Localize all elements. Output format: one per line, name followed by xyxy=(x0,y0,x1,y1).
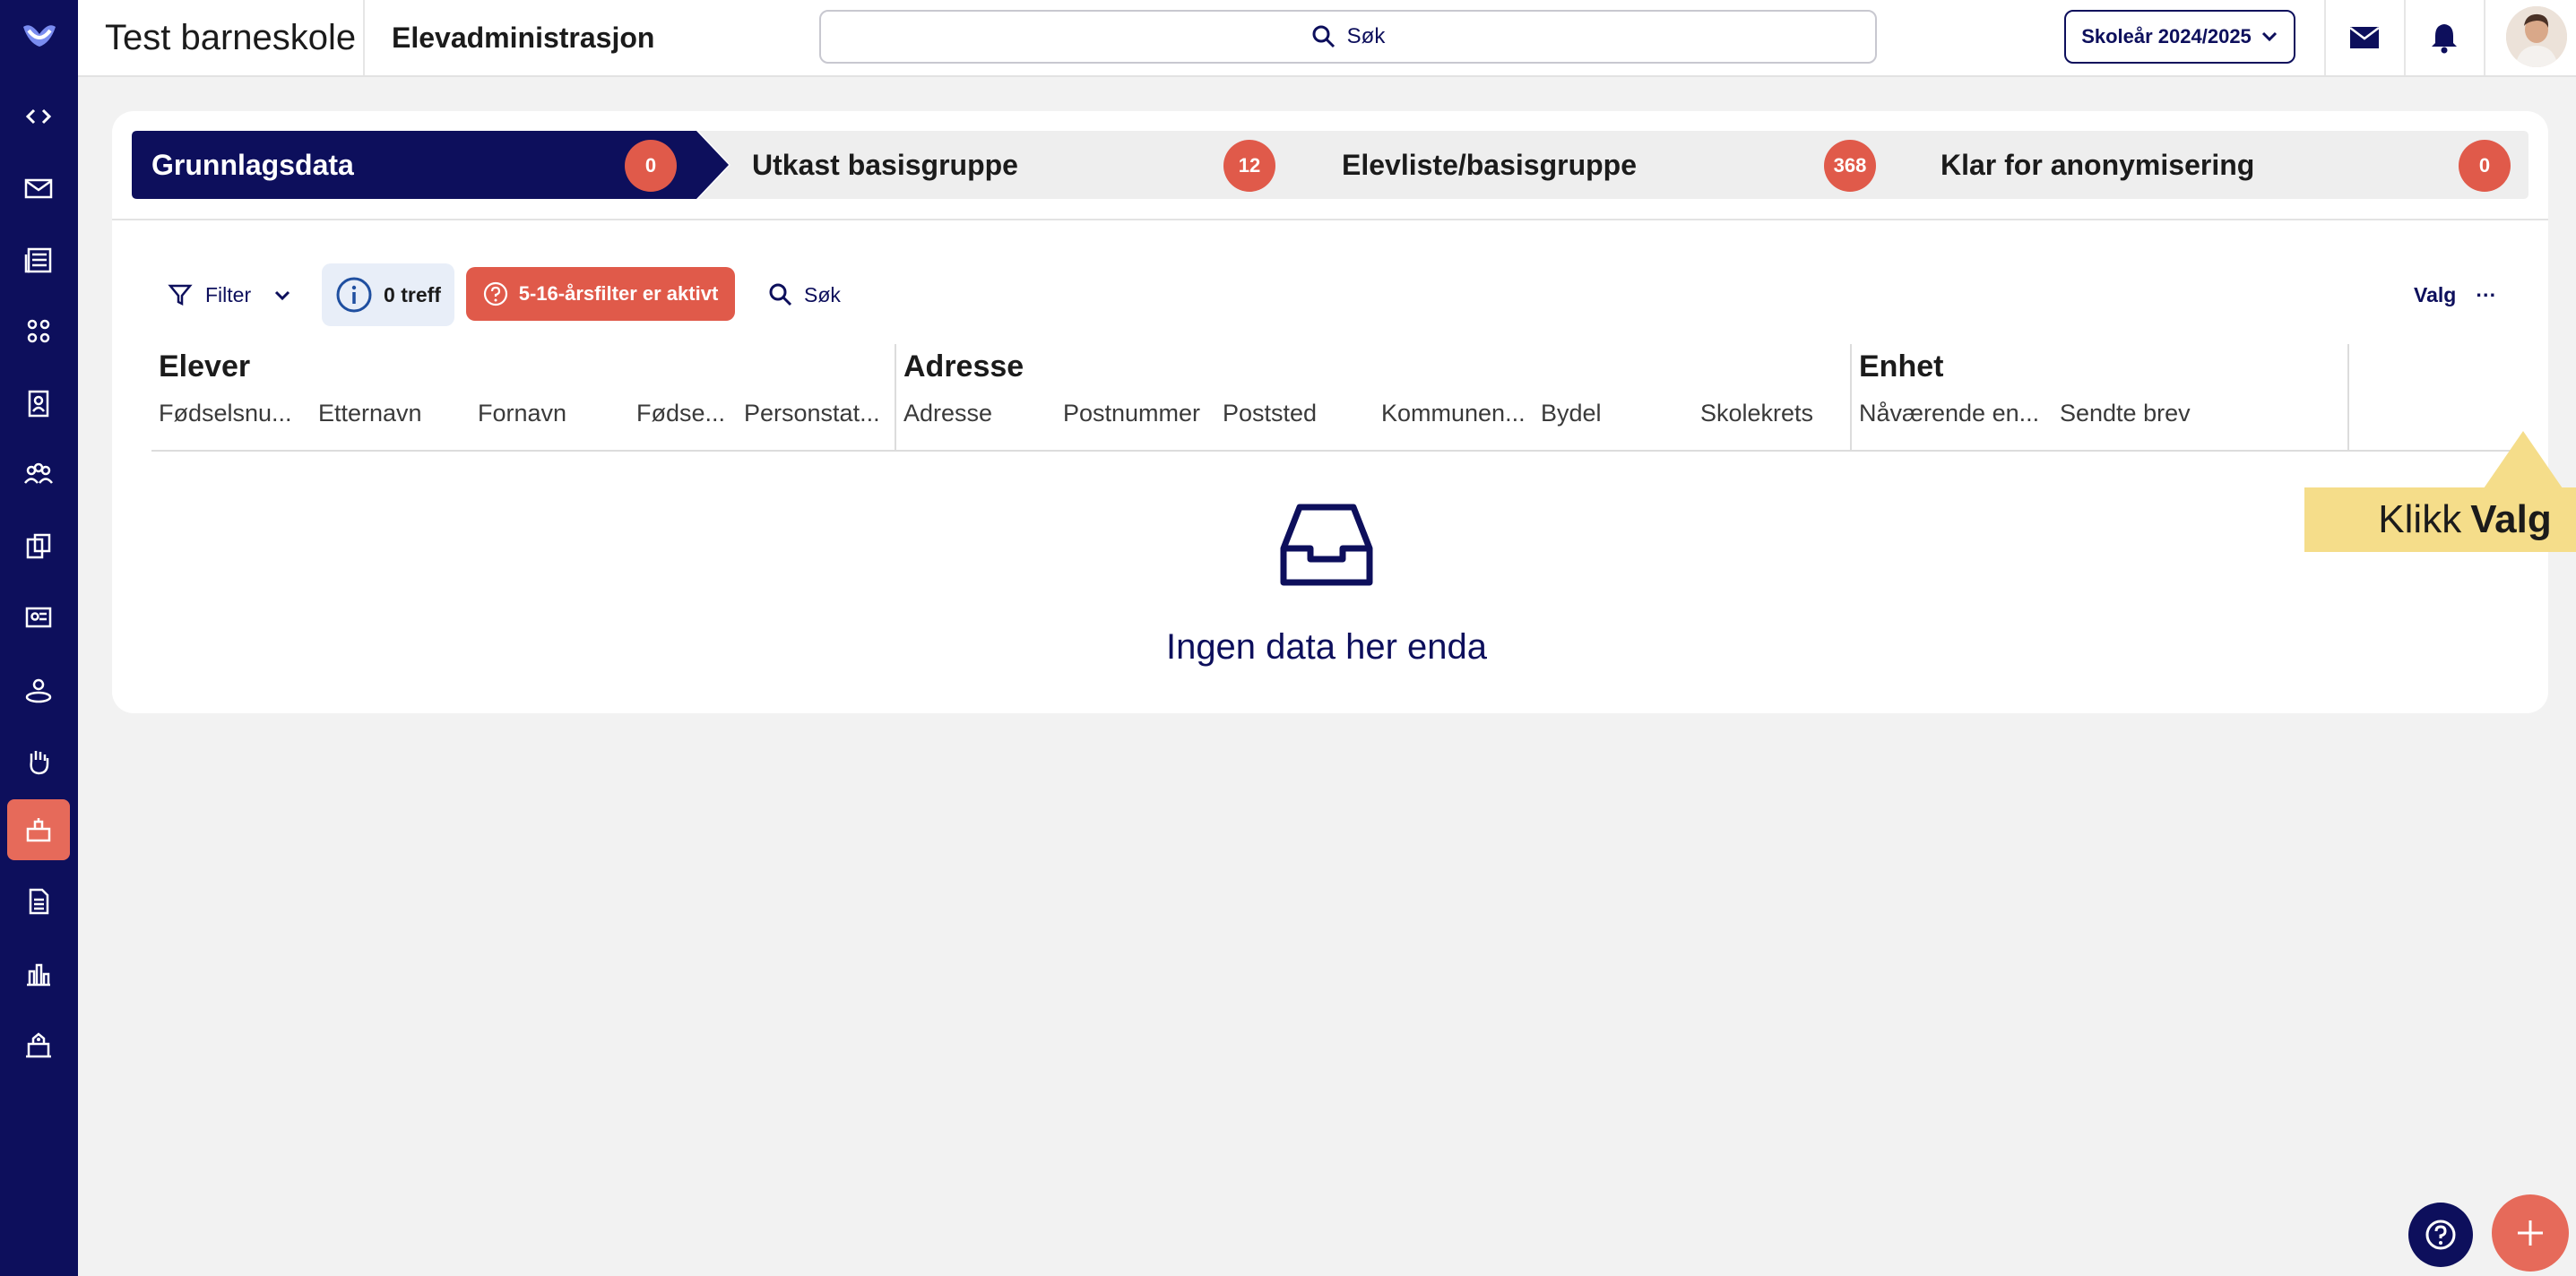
filter-button[interactable]: Filter xyxy=(168,263,292,326)
hand-icon[interactable] xyxy=(7,731,70,792)
step-klar-for-anonymisering[interactable]: Klar for anonymisering 0 xyxy=(1896,131,2528,199)
news-icon[interactable] xyxy=(7,229,70,290)
step-count-badge: 368 xyxy=(1824,140,1876,192)
table-toolbar: Filter 0 treff 5-16-årsfilter er aktivt … xyxy=(112,263,2548,326)
guide-tooltip: Klikk Valg xyxy=(2304,487,2576,552)
tooltip-emphasis: Valg xyxy=(2470,497,2552,541)
avatar[interactable] xyxy=(2506,6,2567,67)
table-search-label: Søk xyxy=(804,282,841,306)
age-filter-label: 5-16-årsfilter er aktivt xyxy=(518,282,719,305)
column-header[interactable]: Nåværende en... xyxy=(1859,400,2039,427)
global-search[interactable]: Søk xyxy=(819,10,1877,64)
column-header[interactable]: Fødselsnu... xyxy=(159,400,292,427)
step-count-badge: 0 xyxy=(625,140,677,192)
user-circle-icon[interactable] xyxy=(7,660,70,720)
info-icon xyxy=(336,277,372,313)
step-count-badge: 0 xyxy=(2459,140,2511,192)
options-button[interactable]: Valg ··· xyxy=(2414,263,2496,326)
mail-icon[interactable] xyxy=(7,158,70,219)
bell-icon xyxy=(2432,24,2457,54)
table-header: Elever Fødselsnu... Etternavn Fornavn Fø… xyxy=(112,344,2548,452)
question-circle-icon xyxy=(483,281,507,306)
empty-inbox-icon xyxy=(1280,504,1373,586)
puzzle-icon[interactable] xyxy=(7,516,70,577)
divider xyxy=(2484,0,2485,75)
options-label: Valg xyxy=(2414,282,2457,306)
school-year-label: Skoleår 2024/2025 xyxy=(2081,25,2252,47)
table-search-button[interactable]: Søk xyxy=(768,263,841,326)
column-header[interactable]: Adresse xyxy=(903,400,992,427)
chevron-down-icon xyxy=(2261,31,2277,42)
step-grunnlagsdata[interactable]: Grunnlagsdata 0 xyxy=(132,131,732,199)
chevron-down-icon xyxy=(275,290,290,301)
module-title: Elevadministrasjon xyxy=(392,21,655,54)
side-navigation xyxy=(0,0,78,1276)
group-title-adresse: Adresse xyxy=(903,349,1024,384)
column-header[interactable]: Etternavn xyxy=(318,400,422,427)
groups-icon[interactable] xyxy=(7,301,70,362)
workflow-steps: Grunnlagsdata 0 Utkast basisgruppe 12 El… xyxy=(132,131,2528,199)
age-filter-button[interactable]: 5-16-årsfilter er aktivt xyxy=(466,267,735,321)
messages-button[interactable] xyxy=(2325,0,2404,75)
step-elevliste-basisgruppe[interactable]: Elevliste/basisgruppe 368 xyxy=(1297,131,1933,199)
student-admin-icon[interactable] xyxy=(7,799,70,860)
school-year-selector[interactable]: Skoleår 2024/2025 xyxy=(2064,10,2295,64)
divider xyxy=(112,219,2548,220)
step-count-badge: 12 xyxy=(1223,140,1275,192)
filter-label: Filter xyxy=(205,282,252,306)
badge-icon[interactable] xyxy=(7,373,70,434)
tooltip-arrow xyxy=(2484,431,2563,488)
filter-icon xyxy=(168,284,193,306)
plus-icon xyxy=(2518,1220,2543,1246)
column-header[interactable]: Fødse... xyxy=(636,400,725,427)
tooltip-prefix: Klikk xyxy=(2378,497,2462,541)
help-button[interactable] xyxy=(2408,1203,2473,1267)
group-title-enhet: Enhet xyxy=(1859,349,1944,384)
empty-state-text: Ingen data her enda xyxy=(1165,627,1488,667)
column-header[interactable]: Kommunen... xyxy=(1381,400,1526,427)
column-header[interactable]: Sendte brev xyxy=(2060,400,2191,427)
student-admin-card: Grunnlagsdata 0 Utkast basisgruppe 12 El… xyxy=(112,111,2576,713)
step-label: Utkast basisgruppe xyxy=(752,148,1018,181)
school-name[interactable]: Test barneskole xyxy=(105,0,356,75)
step-label: Elevliste/basisgruppe xyxy=(1342,148,1638,181)
group-title-elever: Elever xyxy=(159,349,251,384)
chalkboard-icon[interactable] xyxy=(7,588,70,649)
search-label: Søk xyxy=(1346,24,1386,48)
more-icon: ··· xyxy=(2476,282,2497,306)
people-icon[interactable] xyxy=(7,444,70,505)
column-header[interactable]: Poststed xyxy=(1223,400,1317,427)
top-bar: Test barneskole Elevadministrasjon Søk S… xyxy=(78,0,2576,77)
step-label: Grunnlagsdata xyxy=(151,148,354,181)
school-icon[interactable] xyxy=(7,1014,70,1075)
bar-chart-icon[interactable] xyxy=(7,943,70,1004)
column-header[interactable]: Bydel xyxy=(1541,400,1602,427)
divider xyxy=(363,0,365,75)
notifications-button[interactable] xyxy=(2405,0,2484,75)
step-utkast-basisgruppe[interactable]: Utkast basisgruppe 12 xyxy=(698,131,1335,199)
document-icon[interactable] xyxy=(7,871,70,932)
divider xyxy=(151,450,2511,452)
app-logo-icon[interactable] xyxy=(0,0,78,72)
question-circle-icon xyxy=(2425,1220,2456,1250)
code-icon[interactable] xyxy=(7,86,70,147)
hits-count-label: 0 treff xyxy=(384,282,441,306)
group-separator xyxy=(1850,344,1852,452)
hits-count-badge: 0 treff xyxy=(322,263,454,326)
search-icon xyxy=(769,283,792,306)
step-label: Klar for anonymisering xyxy=(1941,148,2255,181)
group-separator xyxy=(2347,344,2349,452)
column-header[interactable]: Postnummer xyxy=(1063,400,1200,427)
column-header[interactable]: Fornavn xyxy=(478,400,566,427)
add-button[interactable] xyxy=(2492,1194,2569,1272)
search-icon xyxy=(1312,25,1335,48)
mail-icon xyxy=(2349,27,2380,48)
group-separator xyxy=(895,344,896,452)
column-header[interactable]: Personstat... xyxy=(744,400,880,427)
column-header[interactable]: Skolekrets xyxy=(1700,400,1813,427)
